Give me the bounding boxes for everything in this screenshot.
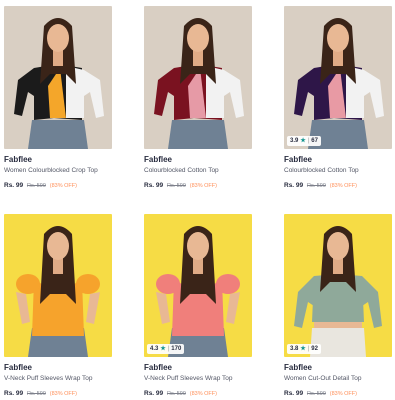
product-mrp: Rs. 599 [26,183,46,189]
product-price: Rs. 99 [144,182,164,189]
product-price-row: Rs. 99 Rs. 599 (83% OFF) [144,390,217,397]
product-image[interactable]: 3.8 ★ | 92 [284,214,392,357]
rating-count: 92 [311,346,318,352]
star-icon: ★ [300,138,306,144]
rating-badge: 3.8 ★ | 92 [287,344,321,354]
product-image[interactable]: 4.3 ★ | 170 [144,214,252,357]
product-brand[interactable]: Fabflee [284,363,312,372]
product-brand[interactable]: Fabflee [4,363,32,372]
product-discount: (83% OFF) [49,391,77,397]
product-image[interactable]: 3.9 ★ | 67 [284,6,392,149]
rating-value: 3.8 [290,346,299,352]
rating-separator: | [167,346,170,352]
product-price: Rs. 99 [284,390,304,397]
rating-badge: 3.9 ★ | 67 [287,136,321,146]
product-mrp: Rs. 599 [166,183,186,189]
product-price: Rs. 99 [4,182,24,189]
product-title[interactable]: V-Neck Puff Sleeves Wrap Top [4,375,93,382]
product-mrp: Rs. 599 [306,391,326,397]
product-price-row: Rs. 99 Rs. 599 (83% OFF) [4,182,77,189]
rating-badge: 4.3 ★ | 170 [147,344,185,354]
rating-count: 170 [171,346,182,352]
product-mrp: Rs. 599 [166,391,186,397]
product-brand[interactable]: Fabflee [144,363,172,372]
product-discount: (83% OFF) [189,183,217,189]
product-discount: (83% OFF) [49,183,77,189]
product-brand[interactable]: Fabflee [144,155,172,164]
product-price-row: Rs. 99 Rs. 599 (83% OFF) [284,182,357,189]
product-price-row: Rs. 99 Rs. 599 (83% OFF) [144,182,217,189]
star-icon: ★ [160,346,166,352]
product-price-row: Rs. 99 Rs. 599 (83% OFF) [284,390,357,397]
rating-separator: | [307,138,310,144]
product-discount: (83% OFF) [329,391,357,397]
star-icon: ★ [300,346,306,352]
product-price: Rs. 99 [4,390,24,397]
product-image[interactable] [4,6,112,149]
product-discount: (83% OFF) [329,183,357,189]
product-title[interactable]: V-Neck Puff Sleeves Wrap Top [144,375,233,382]
rating-value: 4.3 [150,346,159,352]
product-grid: Fabflee Women Colourblocked Crop Top Rs. … [0,0,395,400]
rating-value: 3.9 [290,138,299,144]
product-title[interactable]: Women Cut-Out Detail Top [284,375,361,382]
product-price-row: Rs. 99 Rs. 599 (83% OFF) [4,390,77,397]
product-price: Rs. 99 [144,390,164,397]
product-brand[interactable]: Fabflee [284,155,312,164]
product-title[interactable]: Women Colourblocked Crop Top [4,167,98,174]
rating-separator: | [307,346,310,352]
product-brand[interactable]: Fabflee [4,155,32,164]
product-title[interactable]: Colourblocked Cotton Top [144,167,219,174]
product-price: Rs. 99 [284,182,304,189]
product-title[interactable]: Colourblocked Cotton Top [284,167,359,174]
product-discount: (83% OFF) [189,391,217,397]
product-image[interactable] [144,6,252,149]
product-image[interactable] [4,214,112,357]
rating-count: 67 [311,138,318,144]
product-mrp: Rs. 599 [26,391,46,397]
product-mrp: Rs. 599 [306,183,326,189]
